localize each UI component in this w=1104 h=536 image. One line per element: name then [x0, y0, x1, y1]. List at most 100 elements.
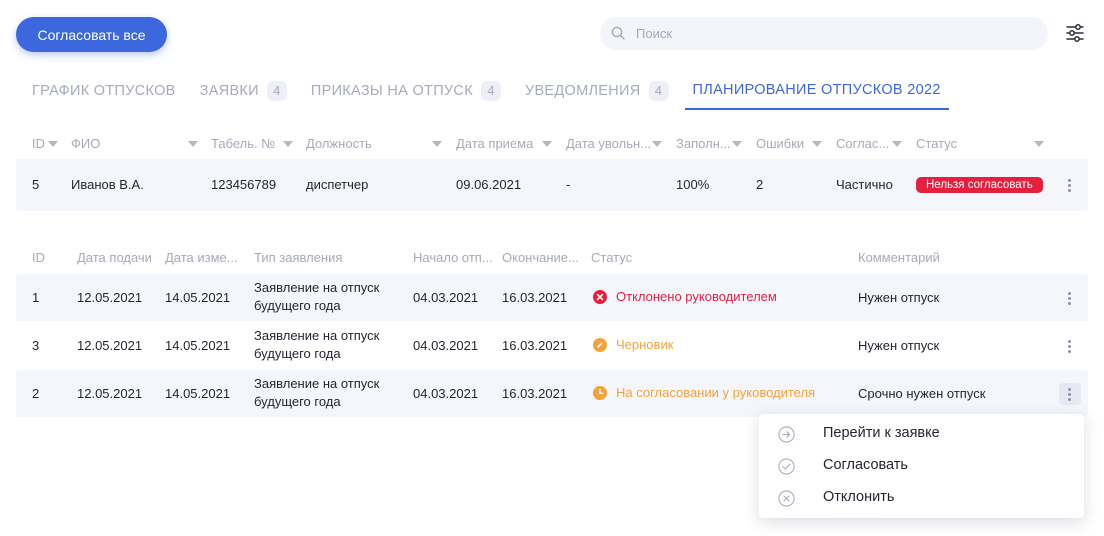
tab-applications[interactable]: ЗАЯВКИ 4	[200, 72, 287, 110]
cell-name: Иванов В.А.	[71, 177, 144, 192]
cell-end: 16.03.2021	[502, 338, 568, 353]
column-header-id[interactable]: ID	[32, 243, 72, 273]
row-actions-button[interactable]	[1059, 287, 1081, 309]
sort-caret-icon[interactable]	[188, 141, 198, 147]
applications-table-header: ID Дата подачи Дата изме... Тип заявлени…	[16, 243, 1088, 273]
column-label: Табель. №	[211, 136, 276, 151]
menu-item-label: Перейти к заявке	[823, 425, 940, 441]
sort-caret-icon[interactable]	[283, 141, 293, 147]
sliders-icon[interactable]	[1064, 22, 1086, 44]
kebab-dot	[1068, 340, 1071, 343]
column-header-position[interactable]: Должность	[306, 129, 426, 159]
type-line: Заявление на отпуск	[254, 328, 380, 343]
sort-caret-icon[interactable]	[432, 141, 442, 147]
cell-submitted: 12.05.2021	[77, 290, 143, 305]
sort-caret-icon[interactable]	[732, 141, 742, 147]
x-circle-icon	[778, 490, 795, 507]
type-line: будущего года	[254, 298, 341, 313]
search-icon	[611, 26, 625, 40]
kebab-dot	[1068, 345, 1071, 348]
tab-vacation-orders[interactable]: ПРИКАЗЫ НА ОТПУСК 4	[311, 72, 501, 110]
tab-vacation-planning-2022[interactable]: ПЛАНИРОВАНИЕ ОТПУСКОВ 2022	[684, 72, 949, 110]
column-header-fire-date[interactable]: Дата увольн...	[566, 129, 653, 159]
status-text: Черновик	[616, 337, 674, 352]
status-cell: Черновик	[593, 337, 673, 352]
column-header-agreed[interactable]: Соглас...	[836, 129, 890, 159]
column-header-end[interactable]: Окончание...	[502, 243, 584, 273]
error-circle-icon	[593, 289, 607, 304]
column-header-tabel[interactable]: Табель. №	[211, 129, 281, 159]
kebab-dot	[1068, 393, 1071, 396]
kebab-dot	[1068, 398, 1071, 401]
sort-caret-icon[interactable]	[652, 141, 662, 147]
column-label: Заполн...	[676, 136, 731, 151]
sort-caret-icon[interactable]	[542, 141, 552, 147]
column-header-name[interactable]: ФИО	[71, 129, 181, 159]
kebab-dot	[1068, 184, 1071, 187]
cell-submitted: 12.05.2021	[77, 338, 143, 353]
tab-label: ЗАЯВКИ	[199, 83, 259, 99]
employee-row[interactable]: 5 Иванов В.А. 123456789 диспетчер 09.06.…	[16, 159, 1088, 211]
column-label: ФИО	[71, 136, 101, 151]
row-context-menu: Перейти к заявке Согласовать Отклонить	[759, 414, 1084, 518]
type-line: будущего года	[254, 346, 341, 361]
application-row[interactable]: 2 12.05.2021 14.05.2021 Заявление на отп…	[16, 370, 1088, 417]
column-label: Ошибки	[756, 136, 805, 151]
cell-type: Заявление на отпуск будущего года	[254, 279, 404, 315]
application-row[interactable]: 1 12.05.2021 14.05.2021 Заявление на отп…	[16, 274, 1088, 321]
row-actions-button[interactable]	[1059, 174, 1081, 196]
row-actions-button[interactable]	[1059, 335, 1081, 357]
pencil-circle-icon	[593, 337, 607, 352]
menu-item-label: Согласовать	[823, 457, 908, 473]
column-header-filled[interactable]: Заполн...	[676, 129, 732, 159]
cell-submitted: 12.05.2021	[77, 386, 143, 401]
search-input[interactable]	[636, 17, 1036, 50]
sort-caret-icon[interactable]	[812, 141, 822, 147]
cell-filled: 100%	[676, 177, 710, 192]
column-header-comment[interactable]: Комментарий	[858, 243, 988, 273]
tab-notifications[interactable]: УВЕДОМЛЕНИЯ 4	[525, 72, 669, 110]
column-header-submitted[interactable]: Дата подачи	[77, 243, 157, 273]
count-badge: 4	[648, 81, 669, 101]
cell-id: 3	[32, 338, 40, 353]
clock-circle-icon	[593, 385, 607, 400]
column-header-errors[interactable]: Ошибки	[756, 129, 816, 159]
kebab-dot	[1068, 388, 1071, 391]
approve-all-button[interactable]: Согласовать все	[16, 17, 167, 52]
arrow-right-circle-icon	[778, 426, 795, 443]
cell-id: 1	[32, 290, 40, 305]
cell-start: 04.03.2021	[413, 290, 479, 305]
search-box[interactable]	[600, 17, 1048, 50]
cell-changed: 14.05.2021	[165, 290, 231, 305]
menu-item-approve[interactable]: Согласовать	[759, 450, 1084, 482]
application-row[interactable]: 3 12.05.2021 14.05.2021 Заявление на отп…	[16, 322, 1088, 369]
type-line: будущего года	[254, 394, 341, 409]
menu-item-reject[interactable]: Отклонить	[759, 482, 1084, 514]
status-cell: На согласовании у руководителя	[593, 385, 815, 400]
kebab-dot	[1068, 179, 1071, 182]
kebab-dot	[1068, 189, 1071, 192]
column-header-start[interactable]: Начало отп...	[413, 243, 495, 273]
cell-start: 04.03.2021	[413, 386, 479, 401]
tab-vacation-schedule[interactable]: ГРАФИК ОТПУСКОВ	[32, 72, 176, 110]
sort-caret-icon[interactable]	[1034, 141, 1044, 147]
menu-item-label: Отклонить	[823, 489, 895, 505]
row-actions-button[interactable]	[1059, 383, 1081, 405]
kebab-dot	[1068, 302, 1071, 305]
sort-caret-icon[interactable]	[892, 141, 902, 147]
column-header-changed[interactable]: Дата изме...	[165, 243, 243, 273]
column-label: Статус	[916, 136, 958, 151]
menu-item-open-application[interactable]: Перейти к заявке	[759, 418, 1084, 450]
column-header-status[interactable]: Статус	[916, 129, 1016, 159]
column-header-hire-date[interactable]: Дата приема	[456, 129, 538, 159]
column-label: Дата приема	[456, 136, 534, 151]
column-header-type[interactable]: Тип заявления	[254, 243, 404, 273]
column-label: Соглас...	[836, 136, 890, 151]
cell-comment: Нужен отпуск	[858, 338, 940, 353]
tab-label: ПЛАНИРОВАНИЕ ОТПУСКОВ 2022	[692, 82, 941, 98]
tab-bar: ГРАФИК ОТПУСКОВ ЗАЯВКИ 4 ПРИКАЗЫ НА ОТПУ…	[16, 72, 1088, 112]
sort-caret-icon[interactable]	[48, 141, 58, 147]
cell-id: 5	[32, 177, 40, 192]
column-label: Должность	[306, 136, 372, 151]
column-header-status[interactable]: Статус	[591, 243, 711, 273]
